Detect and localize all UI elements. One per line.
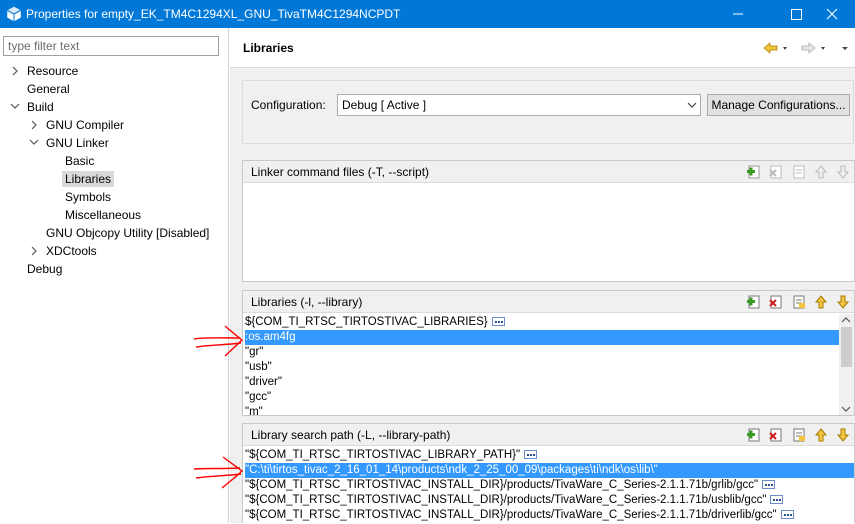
annotation-arrow-icon — [193, 456, 244, 489]
configuration-group: Configuration: Debug [ Active ] Manage C… — [242, 80, 854, 144]
section-header: Library search path (-L, --library-path) — [243, 424, 854, 446]
configuration-label: Configuration: — [251, 98, 326, 112]
tree-item-resource[interactable]: Resource — [27, 62, 78, 80]
view-menu-icon[interactable] — [836, 40, 855, 56]
more-icon[interactable] — [770, 495, 784, 505]
delete-icon[interactable] — [768, 164, 784, 180]
add-icon[interactable] — [746, 427, 762, 443]
list-item[interactable]: "gr" — [245, 345, 263, 360]
more-icon[interactable] — [524, 450, 538, 460]
move-down-icon[interactable] — [835, 164, 851, 180]
filter-input[interactable] — [3, 36, 219, 56]
chevron-down-icon — [687, 102, 697, 108]
move-down-icon[interactable] — [835, 294, 851, 310]
tree-item-miscellaneous[interactable]: Miscellaneous — [65, 206, 141, 224]
move-up-icon[interactable] — [813, 427, 829, 443]
scroll-down-icon[interactable] — [841, 405, 851, 413]
delete-icon[interactable] — [768, 427, 784, 443]
tree-item-general[interactable]: General — [27, 80, 70, 98]
tree-item-gnu-linker[interactable]: GNU Linker — [46, 134, 109, 152]
libraries-list[interactable]: ${COM_TI_RTSC_TIRTOSTIVAC_LIBRARIES} :os… — [243, 314, 840, 415]
chevron-right-icon[interactable] — [29, 120, 39, 130]
tree-item-gnu-objcopy[interactable]: GNU Objcopy Utility [Disabled] — [46, 224, 209, 242]
minimize-icon[interactable] — [715, 0, 761, 28]
more-icon[interactable] — [762, 480, 776, 490]
add-icon[interactable] — [746, 164, 762, 180]
page-header: Libraries — [230, 28, 855, 68]
library-search-path-section: Library search path (-L, --library-path)… — [242, 423, 855, 523]
title-bar: Properties for empty_EK_TM4C1294XL_GNU_T… — [0, 0, 855, 28]
window-title: Properties for empty_EK_TM4C1294XL_GNU_T… — [26, 7, 401, 21]
libraries-page: Libraries Configuration: Debug [ Active … — [230, 28, 855, 523]
section-title: Libraries (-l, --library) — [251, 295, 363, 309]
add-icon[interactable] — [746, 294, 762, 310]
back-icon[interactable] — [762, 40, 792, 56]
edit-icon[interactable] — [791, 294, 807, 310]
section-header: Libraries (-l, --library) — [243, 291, 854, 313]
list-item[interactable]: "${COM_TI_RTSC_TIRTOSTIVAC_INSTALL_DIR}/… — [245, 508, 794, 523]
move-up-icon[interactable] — [813, 294, 829, 310]
list-item[interactable]: "C:\ti\tirtos_tivac_2_16_01_14\products\… — [245, 463, 854, 478]
tree-item-xdctools[interactable]: XDCtools — [46, 242, 97, 260]
tree-item-build[interactable]: Build — [27, 98, 54, 116]
chevron-right-icon[interactable] — [29, 246, 39, 256]
manage-configurations-button[interactable]: Manage Configurations... — [707, 94, 850, 116]
section-header: Linker command files (-T, --script) — [243, 161, 854, 183]
edit-icon[interactable] — [791, 427, 807, 443]
chevron-down-icon[interactable] — [29, 137, 39, 147]
property-tree-pane: Resource General Build GNU Compiler GNU … — [0, 28, 229, 523]
tree-item-gnu-compiler[interactable]: GNU Compiler — [46, 116, 124, 134]
list-item[interactable]: "driver" — [245, 375, 282, 390]
list-item[interactable]: ${COM_TI_RTSC_TIRTOSTIVAC_LIBRARIES} — [245, 315, 505, 330]
annotation-arrow-icon — [193, 325, 244, 357]
list-item[interactable]: "${COM_TI_RTSC_TIRTOSTIVAC_INSTALL_DIR}/… — [245, 478, 776, 493]
forward-icon[interactable] — [800, 40, 830, 56]
list-item[interactable]: "${COM_TI_RTSC_TIRTOSTIVAC_LIBRARY_PATH}… — [245, 448, 538, 463]
list-item[interactable]: :os.am4fg — [245, 330, 840, 345]
tree-item-basic[interactable]: Basic — [65, 152, 94, 170]
section-title: Linker command files (-T, --script) — [251, 165, 430, 179]
move-up-icon[interactable] — [813, 164, 829, 180]
delete-icon[interactable] — [768, 294, 784, 310]
move-down-icon[interactable] — [835, 427, 851, 443]
scroll-thumb[interactable] — [841, 327, 852, 367]
edit-icon[interactable] — [791, 164, 807, 180]
more-icon[interactable] — [491, 317, 505, 327]
list-item[interactable]: "${COM_TI_RTSC_TIRTOSTIVAC_INSTALL_DIR}/… — [245, 493, 784, 508]
list-item[interactable]: "gcc" — [245, 390, 271, 405]
chevron-down-icon[interactable] — [10, 101, 20, 111]
list-item[interactable]: "m" — [245, 405, 263, 415]
properties-window-icon — [7, 6, 21, 22]
chevron-right-icon[interactable] — [10, 66, 20, 76]
more-icon[interactable] — [780, 510, 794, 520]
page-title: Libraries — [243, 41, 294, 55]
scroll-up-icon[interactable] — [841, 316, 851, 324]
libraries-section: Libraries (-l, --library) ${COM_TI_RTSC_… — [242, 290, 855, 416]
configuration-value: Debug [ Active ] — [342, 98, 427, 112]
tree-item-debug[interactable]: Debug — [27, 260, 62, 278]
tree-item-libraries[interactable]: Libraries — [62, 170, 115, 188]
list-item[interactable]: "usb" — [245, 360, 272, 375]
configuration-dropdown[interactable]: Debug [ Active ] — [337, 94, 701, 116]
tree-item-symbols[interactable]: Symbols — [65, 188, 111, 206]
library-search-path-list[interactable]: "${COM_TI_RTSC_TIRTOSTIVAC_LIBRARY_PATH}… — [243, 447, 855, 524]
close-icon[interactable] — [809, 0, 855, 28]
section-title: Library search path (-L, --library-path) — [251, 428, 451, 442]
linker-command-files-section: Linker command files (-T, --script) — [242, 160, 855, 282]
libraries-scrollbar[interactable] — [839, 314, 854, 415]
